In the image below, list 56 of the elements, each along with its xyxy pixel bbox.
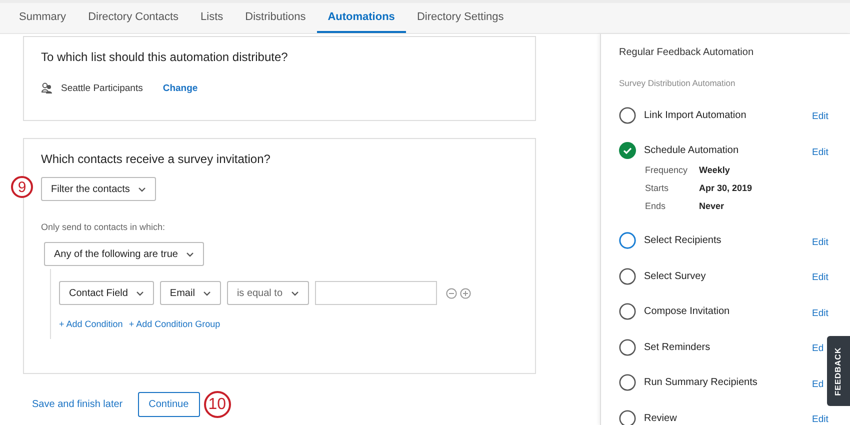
field-dropdown[interactable]: Email: [160, 281, 221, 305]
edit-link[interactable]: Edit: [812, 111, 828, 122]
card-question: Which contacts receive a survey invitation?: [41, 152, 272, 166]
people-icon: [41, 82, 53, 94]
caret-icon: [136, 290, 144, 296]
edit-link[interactable]: Edit: [812, 236, 828, 248]
caret-icon: [186, 252, 194, 256]
field-type-dropdown[interactable]: Contact Field: [59, 281, 154, 305]
add-condition-group-link[interactable]: + Add Condition Group: [128, 319, 220, 329]
list-name: Seattle Participants: [61, 82, 143, 94]
detail-label: Ends: [645, 200, 667, 210]
detail-label: Frequency: [645, 164, 689, 174]
edit-link[interactable]: Edit: [812, 146, 828, 158]
filter-hint: Only send to contacts in which:: [41, 222, 166, 232]
nav-tab[interactable]: Distributions: [234, 3, 317, 33]
step-number-callout: 10: [204, 391, 231, 418]
nav-tab[interactable]: Directory Contacts: [77, 3, 190, 33]
match-dropdown[interactable]: Any of the following are true: [44, 242, 204, 266]
continue-button[interactable]: Continue: [138, 392, 200, 417]
nav-tab[interactable]: Automations: [316, 3, 406, 33]
value-input[interactable]: [314, 281, 437, 305]
caret-icon: [202, 290, 211, 296]
detail-value: Never: [699, 200, 726, 210]
automation-title: Regular Feedback Automation: [619, 47, 755, 58]
edit-link[interactable]: Edit: [812, 272, 828, 283]
step-label[interactable]: Schedule Automation: [644, 145, 812, 156]
step-label[interactable]: Select Survey: [644, 270, 812, 282]
add-condition-link[interactable]: + Add Condition: [59, 319, 123, 329]
step-number-callout: 9: [11, 176, 33, 198]
card-question: To which list should this automation distribute?: [41, 50, 289, 64]
nav-tab[interactable]: Directory Settings: [406, 3, 515, 33]
change-link[interactable]: Change: [162, 82, 198, 94]
nav-tab[interactable]: Summary: [8, 3, 78, 33]
edit-link[interactable]: Ed: [812, 378, 824, 390]
caret-icon: [290, 290, 299, 296]
step-label[interactable]: Run Summary Recipients: [644, 377, 812, 388]
automation-subtitle: Survey Distribution Automation: [619, 78, 736, 88]
step-label[interactable]: Link Import Automation: [644, 110, 812, 120]
feedback-tab[interactable]: FEEDBACK: [827, 336, 850, 406]
detail-label: Starts: [645, 182, 670, 192]
save-later-link[interactable]: Save and finish later: [32, 399, 123, 410]
operator-dropdown[interactable]: is equal to: [226, 281, 309, 305]
filter-dropdown[interactable]: Filter the contacts: [41, 177, 156, 201]
detail-value: Weekly: [699, 164, 731, 174]
edit-link[interactable]: Edit: [812, 414, 828, 425]
add-icon[interactable]: [460, 288, 471, 298]
edit-link[interactable]: Ed: [812, 343, 824, 354]
step-label[interactable]: Set Reminders: [644, 342, 812, 352]
step-label[interactable]: Compose Invitation: [644, 306, 812, 317]
caret-icon: [138, 186, 146, 192]
remove-icon[interactable]: [446, 288, 457, 298]
edit-link[interactable]: Edit: [812, 308, 828, 318]
nav-tab[interactable]: Lists: [190, 3, 234, 33]
step-label[interactable]: Review: [644, 412, 812, 424]
detail-value: Apr 30, 2019: [699, 182, 754, 192]
step-label[interactable]: Select Recipients: [644, 235, 812, 246]
